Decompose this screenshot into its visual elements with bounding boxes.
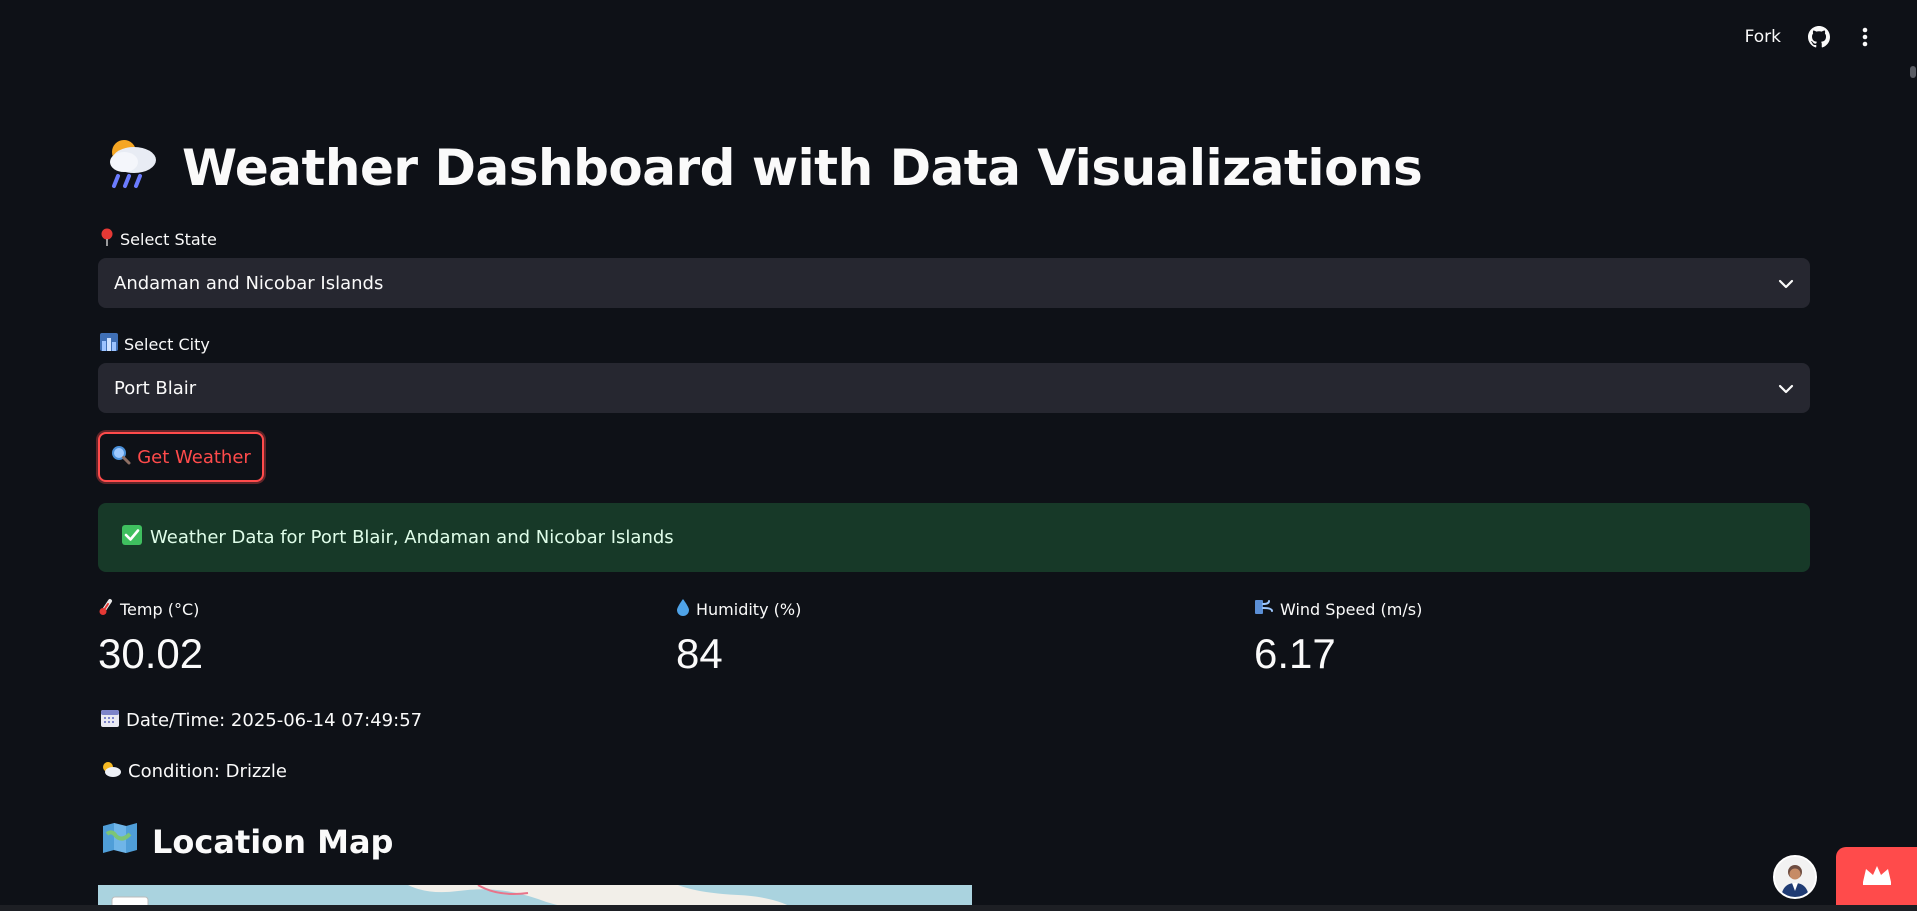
scrollbar-thumb[interactable]	[1910, 66, 1916, 78]
datetime-text: Date/Time: 2025-06-14 07:49:57	[126, 710, 423, 731]
city-select-value: Port Blair	[114, 377, 197, 399]
sun-cloud-icon	[100, 760, 122, 783]
page-title: Weather Dashboard with Data Visualizatio…	[102, 132, 1423, 204]
location-map-heading: Location Map	[102, 822, 393, 862]
metric-wind: Wind Speed (m/s) 6.17	[1254, 598, 1814, 678]
condition-text: Condition: Drizzle	[128, 761, 287, 782]
streamlit-badge-button[interactable]	[1836, 847, 1917, 907]
chevron-down-icon[interactable]	[1778, 273, 1794, 294]
crown-icon	[1861, 864, 1893, 890]
state-select-label: Select State	[100, 228, 217, 250]
city-select-label: Select City	[100, 333, 210, 355]
city-select-label-text: Select City	[124, 334, 210, 354]
github-icon[interactable]	[1805, 23, 1833, 51]
wind-icon	[1254, 598, 1274, 620]
top-toolbar: Fork	[1739, 18, 1879, 56]
app-page: Fork Weather Dashboard with Data Visuali…	[0, 0, 1917, 911]
magnifier-icon	[111, 445, 131, 470]
metric-value: 30.02	[98, 630, 204, 677]
success-alert: Weather Data for Port Blair, Andaman and…	[98, 503, 1810, 572]
fork-button[interactable]: Fork	[1739, 23, 1787, 51]
page-title-text: Weather Dashboard with Data Visualizatio…	[182, 139, 1423, 197]
metric-label-text: Temp (°C)	[120, 599, 200, 619]
avatar[interactable]	[1773, 855, 1817, 899]
metric-temp: Temp (°C) 30.02	[98, 598, 658, 678]
success-text: Weather Data for Port Blair, Andaman and…	[150, 527, 674, 548]
metric-label-text: Wind Speed (m/s)	[1280, 599, 1423, 619]
chevron-down-icon[interactable]	[1778, 378, 1794, 399]
thermometer-icon	[98, 598, 114, 620]
metric-label: Wind Speed (m/s)	[1254, 598, 1814, 620]
metric-label-text: Humidity (%)	[696, 599, 802, 619]
check-box-icon	[122, 525, 142, 550]
cloud-rain-sun-icon	[102, 132, 162, 204]
condition-line: Condition: Drizzle	[100, 760, 287, 783]
droplet-icon	[676, 598, 690, 620]
cityscape-icon	[100, 333, 118, 355]
datetime-line: Date/Time: 2025-06-14 07:49:57	[100, 708, 422, 733]
page-scrollbar[interactable]	[1909, 0, 1917, 905]
bottom-status-bar	[0, 905, 1917, 911]
metric-value: 6.17	[1254, 630, 1336, 677]
more-vertical-icon[interactable]	[1851, 23, 1879, 51]
metric-value: 84	[676, 630, 723, 677]
city-select[interactable]: Port Blair	[98, 363, 1810, 413]
state-select-label-text: Select State	[120, 229, 217, 249]
location-map-title: Location Map	[152, 823, 394, 861]
metric-label: Humidity (%)	[676, 598, 1236, 620]
pin-icon	[100, 228, 114, 250]
state-select[interactable]: Andaman and Nicobar Islands	[98, 258, 1810, 308]
calendar-icon	[100, 708, 120, 733]
metric-humidity: Humidity (%) 84	[676, 598, 1236, 678]
state-select-value: Andaman and Nicobar Islands	[114, 272, 384, 294]
get-weather-label: Get Weather	[137, 446, 251, 468]
get-weather-button[interactable]: Get Weather	[98, 432, 264, 482]
map-icon	[102, 822, 138, 862]
metric-label: Temp (°C)	[98, 598, 658, 620]
